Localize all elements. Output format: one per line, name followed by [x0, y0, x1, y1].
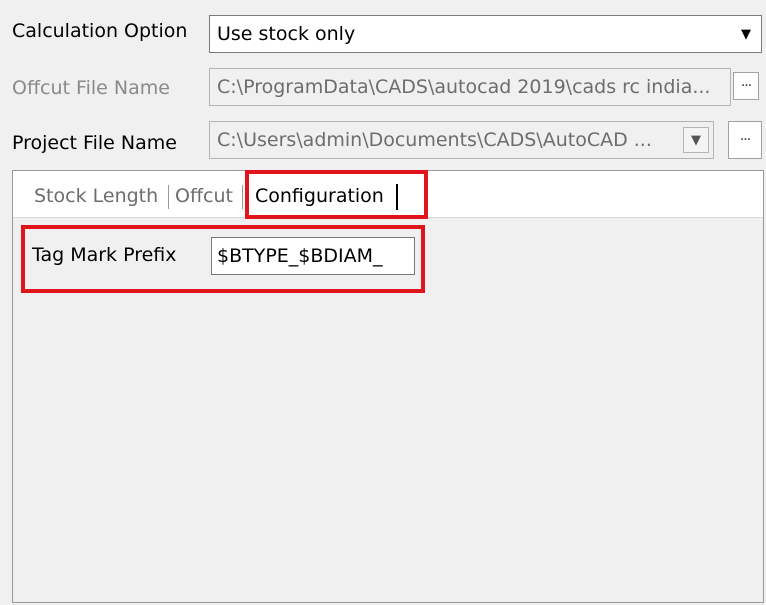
- offcut-browse-button[interactable]: ···: [733, 72, 759, 100]
- project-file-name-value: C:\Users\admin\Documents\CADS\AutoCAD ..…: [217, 129, 652, 151]
- calculation-option-label: Calculation Option: [12, 20, 188, 42]
- tab-offcut[interactable]: Offcut: [175, 185, 233, 207]
- chevron-down-icon[interactable]: ▼: [683, 127, 709, 153]
- tab-stock-length[interactable]: Stock Length: [34, 185, 158, 207]
- configuration-tab-highlight: [245, 170, 428, 219]
- chevron-down-icon[interactable]: ▼: [731, 16, 761, 52]
- offcut-file-name-value: C:\ProgramData\CADS\autocad 2019\cads rc…: [217, 76, 711, 98]
- offcut-file-name-label: Offcut File Name: [12, 77, 170, 99]
- project-file-name-select[interactable]: C:\Users\admin\Documents\CADS\AutoCAD ..…: [209, 121, 714, 159]
- tab-separator: [168, 185, 169, 209]
- calculation-option-value: Use stock only: [217, 23, 356, 45]
- project-file-name-label: Project File Name: [12, 132, 177, 154]
- tab-separator: [242, 185, 243, 209]
- project-browse-button[interactable]: ···: [728, 121, 762, 159]
- offcut-file-name-field[interactable]: C:\ProgramData\CADS\autocad 2019\cads rc…: [209, 68, 731, 106]
- calculation-option-select[interactable]: Use stock only ▼: [209, 15, 762, 53]
- tag-mark-prefix-highlight: [21, 225, 425, 293]
